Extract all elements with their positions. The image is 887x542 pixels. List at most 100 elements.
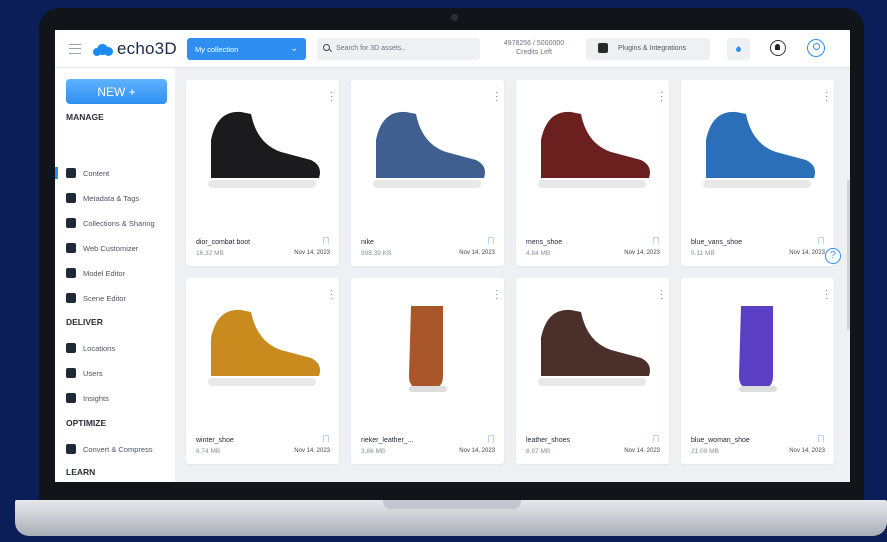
bookmark-icon[interactable] xyxy=(653,237,659,245)
crosshair-icon xyxy=(66,343,76,353)
help-icon[interactable]: ? xyxy=(825,248,841,264)
sidebar: NEW + MANAGE Content Metadata & Tags Col… xyxy=(55,68,175,482)
asset-name[interactable]: rieker_leather_... xyxy=(361,437,414,444)
plugins-button[interactable]: Plugins & Integrations xyxy=(586,38,710,60)
asset-date: Nov 14, 2023 xyxy=(459,250,495,256)
puzzle-icon xyxy=(598,43,608,53)
tag-icon xyxy=(66,193,76,203)
collection-dropdown[interactable]: My collection ⌄ xyxy=(187,38,306,60)
section-deliver: DELIVER xyxy=(66,317,103,327)
sidebar-item-collections[interactable]: Collections & Sharing xyxy=(66,217,155,229)
shoe-thumbnail xyxy=(538,111,650,188)
asset-card[interactable]: ... blue_vans_shoe 5.11 MB Nov 14, 2023 xyxy=(681,80,834,266)
avatar[interactable] xyxy=(807,39,825,57)
bookmark-icon[interactable] xyxy=(488,435,494,443)
asset-name[interactable]: mens_shoe xyxy=(526,239,562,246)
vr-headset-icon xyxy=(66,243,76,253)
shoe-thumbnail xyxy=(739,306,777,392)
sidebar-item-label: Content xyxy=(83,168,110,178)
sidebar-item-users[interactable]: Users xyxy=(66,367,103,379)
asset-date: Nov 14, 2023 xyxy=(294,448,330,454)
asset-card[interactable]: ... nike 998.39 KB Nov 14, 2023 xyxy=(351,80,504,266)
section-manage: MANAGE xyxy=(66,112,104,122)
search-input[interactable]: Search for 3D assets.. xyxy=(317,38,480,60)
sidebar-item-label: Collections & Sharing xyxy=(83,218,155,228)
asset-name[interactable]: winter_shoe xyxy=(196,437,234,444)
asset-name[interactable]: blue_vans_shoe xyxy=(691,239,742,246)
scrollbar[interactable] xyxy=(847,180,850,330)
app-screen: echo3D My collection ⌄ Search for 3D ass… xyxy=(55,30,850,482)
laptop-notch xyxy=(383,500,521,509)
asset-grid: ... dior_combat boot 16.32 MB Nov 14, 2023.… xyxy=(186,80,850,482)
drop-icon[interactable] xyxy=(727,38,750,60)
sidebar-item-metadata[interactable]: Metadata & Tags xyxy=(66,192,139,204)
search-icon xyxy=(323,44,330,51)
asset-card[interactable]: ... dior_combat boot 16.32 MB Nov 14, 2023 xyxy=(186,80,339,266)
asset-size: 6.74 MB xyxy=(196,448,221,455)
asset-name[interactable]: leather_shoes xyxy=(526,437,570,444)
credits-counter: 4978256 / 5000000 Credits Left xyxy=(490,39,578,57)
asset-date: Nov 14, 2023 xyxy=(624,448,660,454)
active-indicator xyxy=(55,167,58,179)
bookmark-icon[interactable] xyxy=(818,435,824,443)
asset-name[interactable]: dior_combat boot xyxy=(196,239,250,246)
sidebar-item-web-customizer[interactable]: Web Customizer xyxy=(66,242,138,254)
chart-icon xyxy=(66,393,76,403)
asset-size: 8.97 MB xyxy=(526,448,551,455)
credits-value: 4978256 / 5000000 xyxy=(503,40,565,47)
sidebar-item-insights[interactable]: Insights xyxy=(66,392,109,404)
section-learn: LEARN xyxy=(66,467,96,477)
chevron-down-icon: ⌄ xyxy=(290,43,298,53)
sidebar-item-label: Scene Editor xyxy=(83,293,126,303)
sidebar-item-label: Convert & Compress xyxy=(83,444,153,454)
asset-name[interactable]: nike xyxy=(361,239,374,246)
asset-size: 5.11 MB xyxy=(691,250,715,257)
sidebar-item-label: Model Editor xyxy=(83,268,126,278)
sidebar-item-locations[interactable]: Locations xyxy=(66,342,115,354)
asset-card[interactable]: ... rieker_leather_... 3.86 MB Nov 14, 2023 xyxy=(351,278,504,464)
asset-card[interactable]: ... mens_shoe 4.84 MB Nov 14, 2023 xyxy=(516,80,669,266)
asset-size: 16.32 MB xyxy=(196,250,224,257)
bookmark-icon[interactable] xyxy=(818,237,824,245)
bookmark-icon[interactable] xyxy=(653,435,659,443)
shoe-thumbnail xyxy=(208,309,320,386)
bell-icon[interactable] xyxy=(770,40,786,56)
shoe-thumbnail xyxy=(208,111,320,188)
asset-card[interactable]: ... blue_woman_shoe 21.09 MB Nov 14, 2023 xyxy=(681,278,834,464)
camera-dot xyxy=(451,14,458,21)
top-bar: echo3D My collection ⌄ Search for 3D ass… xyxy=(55,30,850,68)
asset-size: 21.09 MB xyxy=(691,448,719,455)
asset-date: Nov 14, 2023 xyxy=(789,250,825,256)
bookmark-icon[interactable] xyxy=(323,237,329,245)
plugins-label: Plugins & Integrations xyxy=(618,45,687,52)
bookmark-icon[interactable] xyxy=(323,435,329,443)
asset-name[interactable]: blue_woman_shoe xyxy=(691,437,750,444)
asset-card[interactable]: ... winter_shoe 6.74 MB Nov 14, 2023 xyxy=(186,278,339,464)
shoe-thumbnail xyxy=(373,111,485,188)
asset-date: Nov 14, 2023 xyxy=(294,250,330,256)
sidebar-item-label: Insights xyxy=(83,393,109,403)
sidebar-item-scene-editor[interactable]: Scene Editor xyxy=(66,292,126,304)
credits-label: Credits Left xyxy=(516,49,552,56)
logo-text: echo3D xyxy=(117,39,177,58)
new-button[interactable]: NEW + xyxy=(66,79,167,104)
asset-size: 3.86 MB xyxy=(361,448,386,455)
logo[interactable]: echo3D xyxy=(93,39,177,59)
asset-date: Nov 14, 2023 xyxy=(459,448,495,454)
sidebar-item-content[interactable]: Content xyxy=(66,167,109,179)
hamburger-icon[interactable] xyxy=(69,44,81,54)
asset-date: Nov 14, 2023 xyxy=(624,250,660,256)
bookmark-icon[interactable] xyxy=(488,237,494,245)
sidebar-item-convert[interactable]: Convert & Compress xyxy=(66,443,153,455)
cube-icon xyxy=(66,168,76,178)
asset-card[interactable]: ... leather_shoes 8.97 MB Nov 14, 2023 xyxy=(516,278,669,464)
shoe-thumbnail xyxy=(409,306,447,392)
grid-icon xyxy=(66,218,76,228)
sidebar-item-model-editor[interactable]: Model Editor xyxy=(66,267,125,279)
sidebar-item-label: Web Customizer xyxy=(83,243,139,253)
sidebar-item-label: Locations xyxy=(83,343,116,353)
sidebar-item-label: Metadata & Tags xyxy=(83,193,140,203)
search-placeholder: Search for 3D assets.. xyxy=(336,45,406,52)
section-optimize: OPTIMIZE xyxy=(66,418,107,428)
file-icon xyxy=(66,444,76,454)
